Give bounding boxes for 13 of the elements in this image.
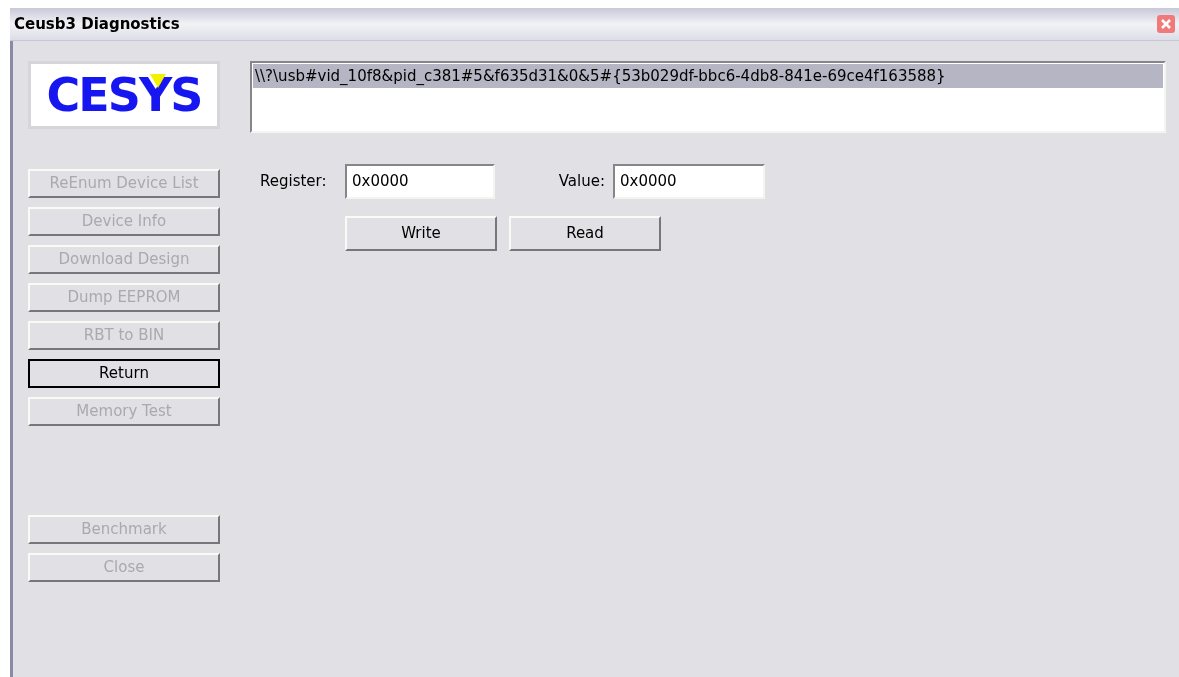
logo: CESYS	[28, 61, 220, 129]
side-button[interactable]: Return	[28, 359, 220, 388]
register-field[interactable]: 0x0000	[345, 163, 495, 199]
close-button[interactable]	[1157, 15, 1175, 33]
close-icon	[1160, 18, 1172, 30]
register-label: Register:	[259, 170, 328, 192]
value-label: Value:	[557, 170, 606, 192]
action-button[interactable]: Write	[345, 216, 497, 251]
list-item[interactable]: \\?\usb#vid_10f8&pid_c381#5&f635d31&0&5#{53b029df-bbc6-4db8-841e-69ce4f163588}	[253, 64, 1163, 88]
window-title: Ceusb3 Diagnostics	[14, 13, 180, 35]
action-button[interactable]: Read	[509, 216, 661, 251]
value-field[interactable]: 0x0000	[613, 163, 765, 199]
device-list[interactable]: \\?\usb#vid_10f8&pid_c381#5&f635d31&0&5#{53b029df-bbc6-4db8-841e-69ce4f163588}	[250, 61, 1166, 133]
